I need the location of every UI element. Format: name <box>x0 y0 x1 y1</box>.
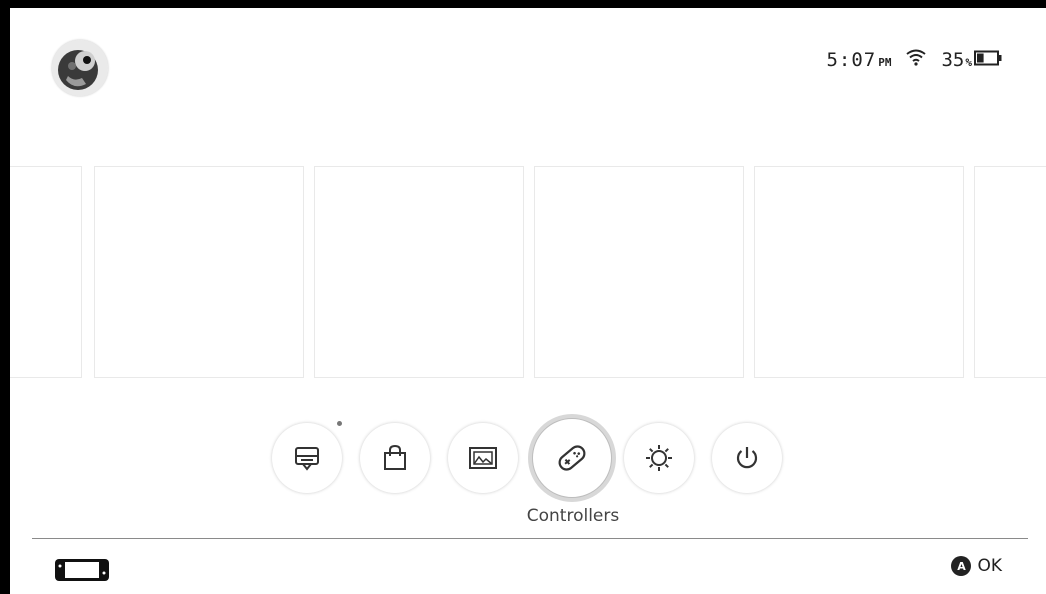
news-icon <box>295 447 319 471</box>
console-handheld-icon <box>54 558 110 586</box>
controllers-button[interactable] <box>532 418 612 498</box>
battery-indicator: 35% <box>941 49 1002 71</box>
home-screen: 5:07 PM 35% Controllers A OK <box>10 8 1046 594</box>
game-tile-6[interactable] <box>974 166 1046 378</box>
ok-label: OK <box>977 556 1002 576</box>
power-icon <box>736 447 758 469</box>
a-button-icon: A <box>951 556 972 576</box>
settings-icon <box>646 445 672 471</box>
controller-icon <box>558 445 586 471</box>
avatar-character-icon <box>52 40 108 96</box>
news-button[interactable] <box>272 423 342 493</box>
battery-percent: 35% <box>941 48 972 71</box>
power-button[interactable] <box>712 423 782 493</box>
game-tile-row <box>10 166 1046 378</box>
game-tile-5[interactable] <box>754 166 964 378</box>
user-avatar[interactable] <box>52 40 108 96</box>
ok-button-hint[interactable]: A OK <box>951 556 1002 576</box>
game-tile-2[interactable] <box>94 166 304 378</box>
album-button[interactable] <box>448 423 518 493</box>
game-tile-1[interactable] <box>10 166 82 378</box>
status-bar: 5:07 PM 35% <box>826 48 1002 71</box>
footer-divider <box>32 538 1028 539</box>
shop-button[interactable] <box>360 423 430 493</box>
clock-ampm: PM <box>878 55 892 69</box>
settings-button[interactable] <box>624 423 694 493</box>
game-tile-3[interactable] <box>314 166 524 378</box>
clock: 5:07 PM <box>826 49 891 71</box>
clock-time: 5:07 <box>826 48 877 71</box>
home-menu-dock <box>272 418 792 498</box>
battery-icon <box>974 49 1002 71</box>
game-tile-4[interactable] <box>534 166 744 378</box>
shop-icon <box>384 444 406 470</box>
album-icon <box>469 447 497 469</box>
selected-item-label: Controllers <box>526 506 620 526</box>
wifi-icon <box>905 48 927 71</box>
